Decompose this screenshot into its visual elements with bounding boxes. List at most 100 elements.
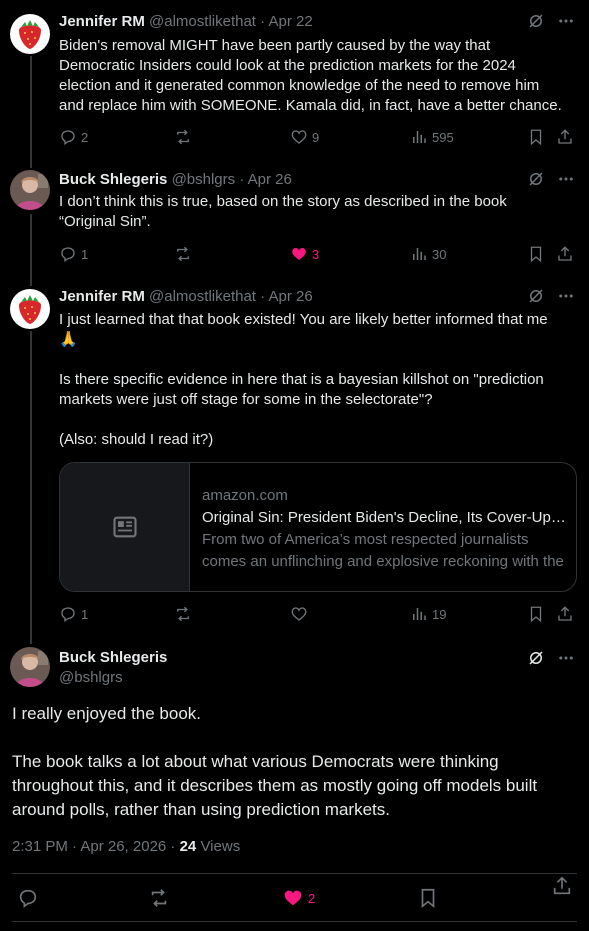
main-action-bar: 2 bbox=[12, 875, 577, 921]
more-icon[interactable] bbox=[557, 12, 575, 30]
action-bar: 1 19 bbox=[59, 605, 577, 625]
more-icon[interactable] bbox=[557, 649, 575, 667]
like-button[interactable]: 9 bbox=[290, 128, 319, 146]
repost-icon bbox=[177, 606, 189, 622]
views-button[interactable]: 595 bbox=[410, 128, 454, 146]
like-count: 2 bbox=[308, 890, 316, 906]
card-text: amazon.com Original Sin: President Biden… bbox=[202, 485, 567, 573]
view-count: 30 bbox=[432, 246, 447, 262]
text-line: Biden's removal MIGHT have been partly c… bbox=[59, 37, 491, 54]
share-button[interactable] bbox=[556, 245, 574, 263]
share-icon bbox=[558, 606, 572, 621]
display-name[interactable]: Jennifer RM bbox=[59, 288, 145, 305]
divider bbox=[12, 873, 577, 874]
repost-button[interactable] bbox=[174, 245, 196, 263]
bookmark-icon bbox=[530, 129, 542, 146]
text-line: I don’t think this is true, based on the… bbox=[59, 193, 507, 210]
grok-icon[interactable] bbox=[527, 287, 545, 305]
text-line: markets were just off stage for some in … bbox=[59, 391, 433, 408]
card-domain: amazon.com bbox=[202, 487, 288, 504]
reply-count: 1 bbox=[81, 606, 89, 622]
display-name[interactable]: Buck Shlegeris bbox=[59, 171, 167, 188]
handle[interactable]: @almostlikethat bbox=[149, 288, 256, 305]
tweet-top-icons bbox=[527, 170, 575, 188]
handle[interactable]: @bshlgrs bbox=[59, 668, 167, 688]
views-label: Views bbox=[196, 838, 241, 855]
share-button[interactable] bbox=[551, 875, 573, 897]
like-icon bbox=[291, 130, 307, 144]
tweet-date[interactable]: · Apr 22 bbox=[260, 13, 313, 30]
text-line: Is there specific evidence in here that … bbox=[59, 371, 544, 388]
text-line: I really enjoyed the book. bbox=[12, 704, 202, 723]
tweet-text: I don’t think this is true, based on the… bbox=[59, 192, 574, 232]
avatar[interactable] bbox=[10, 289, 50, 329]
repost-button[interactable] bbox=[148, 887, 170, 909]
link-card[interactable]: amazon.com Original Sin: President Biden… bbox=[59, 462, 577, 592]
card-title: Original Sin: President Biden's Decline,… bbox=[202, 509, 567, 526]
text-line: and replace him with SOMEONE. Kamala did… bbox=[59, 97, 562, 114]
text-line: around polls, rather than using predicti… bbox=[12, 800, 390, 819]
tweet-text: I just learned that that book existed! Y… bbox=[59, 310, 574, 450]
bookmark-icon bbox=[530, 246, 542, 263]
tweet-top-icons bbox=[527, 649, 575, 667]
views-icon bbox=[413, 131, 426, 143]
more-icon[interactable] bbox=[557, 170, 575, 188]
views-button[interactable]: 30 bbox=[410, 245, 446, 263]
repost-button[interactable] bbox=[174, 605, 196, 623]
bookmark-button[interactable] bbox=[527, 605, 545, 623]
bookmark-button[interactable] bbox=[527, 128, 545, 146]
focused-tweet: Buck Shlegeris @bshlgrs I really enjoyed… bbox=[0, 647, 589, 931]
repost-button[interactable] bbox=[174, 128, 196, 146]
timestamp[interactable]: 2:31 PM · Apr 26, 2026 · bbox=[12, 838, 180, 855]
strawberry-avatar bbox=[10, 289, 50, 329]
like-button[interactable] bbox=[290, 605, 312, 623]
card-description: From two of America’s most respected jou… bbox=[202, 531, 564, 570]
views-icon bbox=[413, 248, 426, 260]
grok-icon[interactable] bbox=[527, 649, 545, 667]
reply-icon bbox=[61, 130, 75, 146]
view-count: 19 bbox=[432, 606, 447, 622]
bookmark-button[interactable] bbox=[527, 245, 545, 263]
tweet[interactable]: Buck Shlegeris @bshlgrs · Apr 26 I don’t… bbox=[0, 170, 589, 280]
tweet-text: I really enjoyed the book. The book talk… bbox=[12, 702, 577, 822]
tweet[interactable]: Jennifer RM @almostlikethat · Apr 22 Bid… bbox=[0, 12, 589, 162]
tweet-top-icons bbox=[527, 287, 575, 305]
tweet-top-icons bbox=[527, 12, 575, 30]
text-line: “Original Sin”. bbox=[59, 213, 151, 230]
handle[interactable]: @almostlikethat bbox=[149, 13, 256, 30]
avatar[interactable] bbox=[10, 14, 50, 54]
share-button[interactable] bbox=[556, 605, 574, 623]
text-line: throughout this, and it describes them a… bbox=[12, 776, 538, 795]
bookmark-button[interactable] bbox=[417, 887, 439, 909]
reply-button[interactable]: 2 bbox=[59, 128, 88, 146]
tweet-date[interactable]: · Apr 26 bbox=[260, 288, 313, 305]
reply-button[interactable] bbox=[17, 887, 39, 909]
reply-icon bbox=[19, 889, 37, 908]
reply-icon bbox=[61, 247, 75, 263]
grok-icon[interactable] bbox=[527, 12, 545, 30]
bookmark-icon bbox=[421, 888, 435, 909]
profile-photo-avatar bbox=[10, 170, 50, 210]
tweet-date[interactable]: · Apr 26 bbox=[239, 171, 292, 188]
grok-icon[interactable] bbox=[527, 170, 545, 188]
avatar[interactable] bbox=[10, 647, 50, 687]
share-icon bbox=[553, 876, 571, 895]
handle[interactable]: @bshlgrs bbox=[172, 171, 236, 188]
like-button[interactable]: 2 bbox=[282, 887, 315, 909]
profile-photo-avatar bbox=[10, 647, 50, 687]
reply-button[interactable]: 1 bbox=[59, 245, 88, 263]
text-line: Democratic Insiders could look at the pr… bbox=[59, 57, 516, 74]
reply-button[interactable]: 1 bbox=[59, 605, 88, 623]
like-icon bbox=[284, 890, 302, 906]
action-bar: 1 3 30 bbox=[59, 245, 577, 265]
strawberry-avatar bbox=[10, 14, 50, 54]
display-name[interactable]: Buck Shlegeris bbox=[59, 648, 167, 668]
repost-icon bbox=[151, 889, 167, 907]
like-button[interactable]: 3 bbox=[290, 245, 319, 263]
like-count: 3 bbox=[312, 246, 320, 262]
more-icon[interactable] bbox=[557, 287, 575, 305]
views-button[interactable]: 19 bbox=[410, 605, 446, 623]
share-button[interactable] bbox=[556, 128, 574, 146]
avatar[interactable] bbox=[10, 170, 50, 210]
display-name[interactable]: Jennifer RM bbox=[59, 13, 145, 30]
